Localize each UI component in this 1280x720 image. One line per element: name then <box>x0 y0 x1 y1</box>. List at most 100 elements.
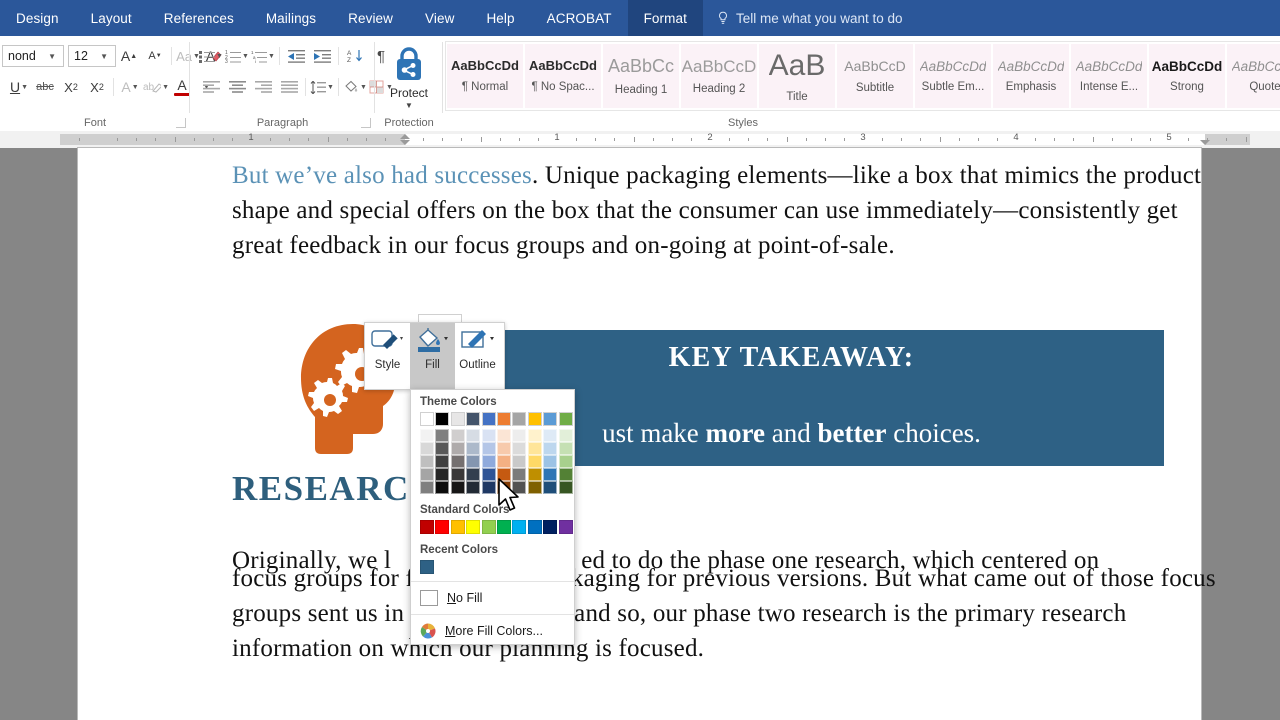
theme-tint-swatch-3-0[interactable] <box>420 468 434 481</box>
strikethrough-button[interactable]: abc <box>32 75 58 99</box>
theme-tint-swatch-3-1[interactable] <box>435 468 450 481</box>
style-card-subtitle[interactable]: AaBbCcD Subtitle <box>837 44 913 108</box>
style-card-title[interactable]: AaB Title <box>759 44 835 108</box>
right-indent-marker[interactable] <box>1200 140 1210 145</box>
align-right-button[interactable] <box>250 75 276 99</box>
theme-colors-tint-grid[interactable] <box>411 426 574 494</box>
ribbon-tab-view[interactable]: View <box>409 0 470 36</box>
theme-tint-swatch-0-1[interactable] <box>435 429 450 442</box>
theme-tint-swatch-1-6[interactable] <box>512 442 527 455</box>
theme-tint-swatch-0-8[interactable] <box>543 429 558 442</box>
recent-color-swatch-0[interactable] <box>420 560 434 574</box>
ribbon-tab-acrobat[interactable]: ACROBAT <box>531 0 628 36</box>
style-card-quote[interactable]: AaBbCcDd Quote <box>1227 44 1280 108</box>
style-card-heading-1[interactable]: AaBbCc Heading 1 <box>603 44 679 108</box>
style-card-subtle-em[interactable]: AaBbCcDd Subtle Em... <box>915 44 991 108</box>
increase-indent-button[interactable] <box>309 44 335 68</box>
style-card-intense-e[interactable]: AaBbCcDd Intense E... <box>1071 44 1147 108</box>
standard-color-swatch-0[interactable] <box>420 520 434 534</box>
theme-color-swatch-8[interactable] <box>543 412 558 426</box>
standard-color-swatch-3[interactable] <box>466 520 481 534</box>
shape-fill-button[interactable]: Fill <box>410 323 455 389</box>
theme-color-swatch-3[interactable] <box>466 412 481 426</box>
theme-tint-swatch-1-3[interactable] <box>466 442 481 455</box>
theme-color-swatch-7[interactable] <box>527 412 542 426</box>
font-dialog-launcher[interactable] <box>176 118 186 128</box>
theme-tint-swatch-3-9[interactable] <box>558 468 573 481</box>
ribbon-tab-design[interactable]: Design <box>0 0 75 36</box>
theme-tint-swatch-0-2[interactable] <box>450 429 465 442</box>
standard-color-swatch-8[interactable] <box>543 520 558 534</box>
theme-tint-swatch-3-6[interactable] <box>512 468 527 481</box>
line-spacing-button[interactable]: ▼ <box>309 75 335 99</box>
font-size-combo[interactable]: 12 ▼ <box>68 45 116 67</box>
standard-colors-row[interactable] <box>411 520 574 534</box>
theme-tint-swatch-2-8[interactable] <box>543 455 558 468</box>
theme-tint-swatch-4-3[interactable] <box>466 481 481 494</box>
standard-color-swatch-1[interactable] <box>435 520 450 534</box>
style-card-heading-2[interactable]: AaBbCcD Heading 2 <box>681 44 757 108</box>
theme-tint-swatch-0-4[interactable] <box>481 429 496 442</box>
theme-color-swatch-0[interactable] <box>420 412 434 426</box>
theme-tint-swatch-1-9[interactable] <box>558 442 573 455</box>
theme-tint-swatch-2-6[interactable] <box>512 455 527 468</box>
horizontal-ruler[interactable]: 1 1 2 3 4 5 <box>0 131 1280 149</box>
standard-color-swatch-7[interactable] <box>527 520 542 534</box>
theme-tint-swatch-4-9[interactable] <box>558 481 573 494</box>
theme-tint-swatch-1-1[interactable] <box>435 442 450 455</box>
standard-color-swatch-2[interactable] <box>450 520 465 534</box>
theme-tint-swatch-0-7[interactable] <box>527 429 542 442</box>
theme-tint-swatch-4-1[interactable] <box>435 481 450 494</box>
theme-tint-swatch-1-4[interactable] <box>481 442 496 455</box>
first-line-indent-marker[interactable] <box>400 134 410 139</box>
theme-tint-swatch-2-9[interactable] <box>558 455 573 468</box>
text-highlight-button[interactable]: ab ▼ <box>143 75 169 99</box>
tell-me-search[interactable]: Tell me what you want to do <box>703 0 917 36</box>
shape-outline-button[interactable]: Outline <box>455 323 500 389</box>
ribbon-tab-layout[interactable]: Layout <box>75 0 148 36</box>
theme-tint-swatch-2-0[interactable] <box>420 455 434 468</box>
theme-tint-swatch-3-5[interactable] <box>497 468 511 481</box>
theme-tint-swatch-2-5[interactable] <box>497 455 511 468</box>
style-card-strong[interactable]: AaBbCcDd Strong <box>1149 44 1225 108</box>
standard-color-swatch-6[interactable] <box>512 520 527 534</box>
document-page[interactable]: But we’ve also had successes. Unique pac… <box>78 148 1216 720</box>
align-center-button[interactable] <box>224 75 250 99</box>
standard-color-swatch-9[interactable] <box>558 520 573 534</box>
multilevel-list-button[interactable]: 1 a i ▼ <box>250 44 276 68</box>
ribbon-tab-format[interactable]: Format <box>627 0 703 36</box>
no-fill-item[interactable]: No Fill <box>411 585 574 611</box>
theme-tint-swatch-0-9[interactable] <box>558 429 573 442</box>
shading-button[interactable]: ▼ <box>342 75 368 99</box>
theme-tint-swatch-4-8[interactable] <box>543 481 558 494</box>
ribbon-tab-references[interactable]: References <box>148 0 250 36</box>
font-name-combo[interactable]: nond ▼ <box>2 45 64 67</box>
superscript-button[interactable]: X2 <box>84 75 110 99</box>
text-effects-button[interactable]: A ▼ <box>117 75 143 99</box>
theme-tint-swatch-3-2[interactable] <box>450 468 465 481</box>
theme-tint-swatch-4-5[interactable] <box>497 481 511 494</box>
theme-tint-swatch-3-8[interactable] <box>543 468 558 481</box>
underline-button[interactable]: U ▼ <box>6 75 32 99</box>
justify-button[interactable] <box>276 75 302 99</box>
theme-tint-swatch-2-3[interactable] <box>466 455 481 468</box>
styles-gallery[interactable]: AaBbCcDd ¶ Normal AaBbCcDd ¶ No Spac... AaBb… <box>445 41 1280 111</box>
theme-tint-swatch-1-0[interactable] <box>420 442 434 455</box>
theme-tint-swatch-0-3[interactable] <box>466 429 481 442</box>
protect-button[interactable]: Protect ▼ <box>375 42 443 112</box>
theme-color-swatch-2[interactable] <box>450 412 465 426</box>
theme-tint-swatch-2-7[interactable] <box>527 455 542 468</box>
theme-tint-swatch-2-2[interactable] <box>450 455 465 468</box>
align-left-button[interactable] <box>198 75 224 99</box>
theme-tint-swatch-4-2[interactable] <box>450 481 465 494</box>
theme-tint-swatch-2-4[interactable] <box>481 455 496 468</box>
theme-tint-swatch-4-7[interactable] <box>527 481 542 494</box>
bullets-button[interactable]: ▼ <box>198 44 224 68</box>
paragraph-dialog-launcher[interactable] <box>361 118 371 128</box>
theme-tint-swatch-0-0[interactable] <box>420 429 434 442</box>
theme-tint-swatch-4-6[interactable] <box>512 481 527 494</box>
theme-tint-swatch-2-1[interactable] <box>435 455 450 468</box>
theme-tint-swatch-1-7[interactable] <box>527 442 542 455</box>
standard-color-swatch-4[interactable] <box>481 520 496 534</box>
recent-colors-row[interactable] <box>411 560 574 574</box>
